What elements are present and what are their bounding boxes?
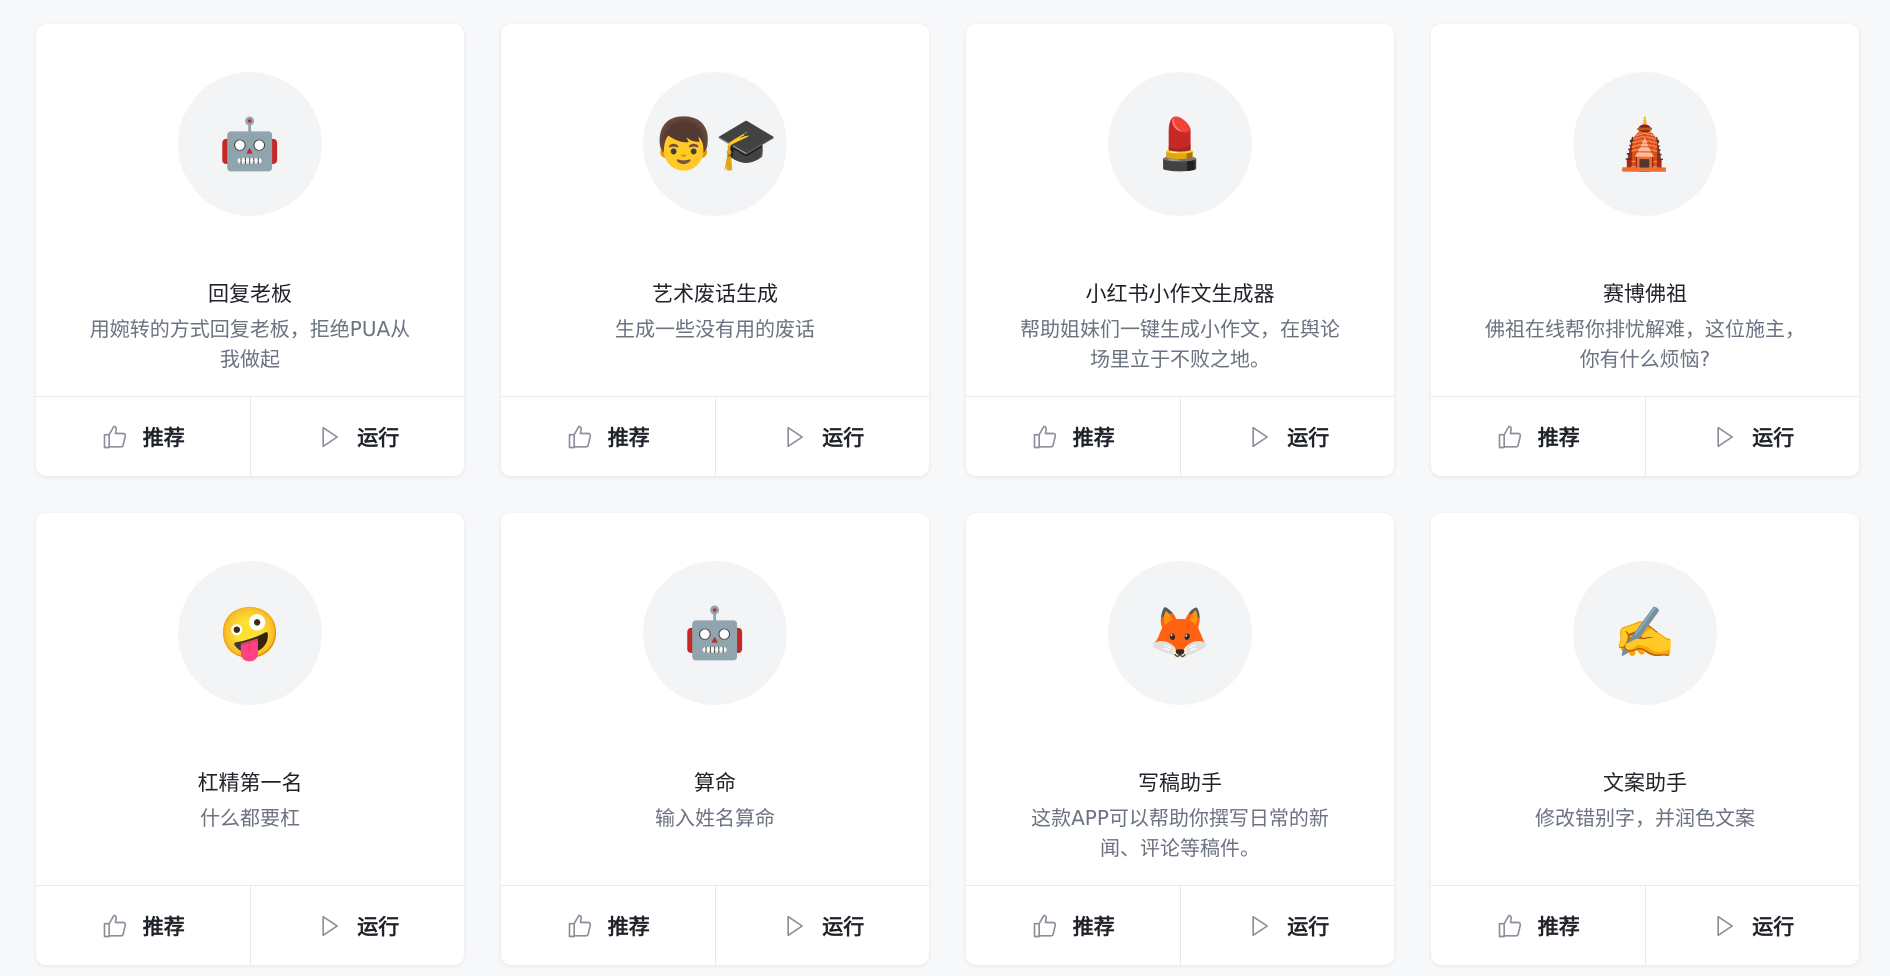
card-body: ✍️ 文案助手 修改错别字，并润色文案 bbox=[1431, 513, 1859, 885]
card-actions: 推荐 运行 bbox=[36, 396, 464, 476]
card-body: 🤖 回复老板 用婉转的方式回复老板，拒绝PUA从我做起 bbox=[36, 24, 464, 396]
recommend-label: 推荐 bbox=[1072, 914, 1115, 939]
writing-hand-icon: ✍️ bbox=[1573, 561, 1717, 705]
run-label: 运行 bbox=[357, 914, 400, 939]
run-label: 运行 bbox=[1752, 425, 1795, 450]
card-actions: 推荐 运行 bbox=[501, 885, 929, 965]
card-title: 小红书小作文生成器 bbox=[1085, 282, 1275, 306]
recommend-label: 推荐 bbox=[142, 914, 185, 939]
recommend-button[interactable]: 推荐 bbox=[36, 886, 250, 965]
thumbs-up-icon bbox=[1033, 914, 1056, 937]
recommend-label: 推荐 bbox=[1537, 914, 1580, 939]
card-body: 🤪 杠精第一名 什么都要杠 bbox=[36, 513, 464, 885]
app-card-grid: 🤖 回复老板 用婉转的方式回复老板，拒绝PUA从我做起 推荐 运行 👦🎓 艺术废… bbox=[36, 24, 1859, 965]
recommend-label: 推荐 bbox=[1072, 425, 1115, 450]
thumbs-up-icon bbox=[1033, 425, 1056, 448]
recommend-button[interactable]: 推荐 bbox=[1431, 397, 1645, 476]
play-icon bbox=[1717, 915, 1734, 936]
card-actions: 推荐 运行 bbox=[1431, 885, 1859, 965]
app-card: 🤪 杠精第一名 什么都要杠 推荐 运行 bbox=[36, 513, 464, 965]
card-title: 杠精第一名 bbox=[197, 771, 303, 795]
card-description: 生成一些没有用的废话 bbox=[615, 317, 815, 341]
run-button[interactable]: 运行 bbox=[714, 886, 930, 965]
card-title: 回复老板 bbox=[208, 282, 292, 306]
thumbs-up-icon bbox=[103, 914, 126, 937]
robot-icon: 🤖 bbox=[643, 561, 787, 705]
run-button[interactable]: 运行 bbox=[1644, 886, 1860, 965]
app-card: 👦🎓 艺术废话生成 生成一些没有用的废话 推荐 运行 bbox=[501, 24, 929, 476]
app-card: 🤖 算命 输入姓名算命 推荐 运行 bbox=[501, 513, 929, 965]
play-icon bbox=[322, 426, 339, 447]
fox-icon: 🦊 bbox=[1108, 561, 1252, 705]
card-body: 💄 小红书小作文生成器 帮助姐妹们一键生成小作文，在舆论场里立于不败之地。 bbox=[966, 24, 1394, 396]
card-description: 这款APP可以帮助你撰写日常的新闻、评论等稿件。 bbox=[1031, 806, 1329, 860]
card-actions: 推荐 运行 bbox=[501, 396, 929, 476]
card-title: 艺术废话生成 bbox=[652, 282, 778, 306]
zany-face-icon: 🤪 bbox=[178, 561, 322, 705]
card-actions: 推荐 运行 bbox=[966, 396, 1394, 476]
card-title: 写稿助手 bbox=[1138, 771, 1222, 795]
app-card: 💄 小红书小作文生成器 帮助姐妹们一键生成小作文，在舆论场里立于不败之地。 推荐… bbox=[966, 24, 1394, 476]
thumbs-up-icon bbox=[1498, 425, 1521, 448]
run-button[interactable]: 运行 bbox=[249, 397, 465, 476]
recommend-button[interactable]: 推荐 bbox=[1431, 886, 1645, 965]
play-icon bbox=[787, 915, 804, 936]
run-button[interactable]: 运行 bbox=[714, 397, 930, 476]
card-description: 什么都要杠 bbox=[200, 806, 300, 830]
card-description: 帮助姐妹们一键生成小作文，在舆论场里立于不败之地。 bbox=[1020, 317, 1340, 371]
card-body: 👦🎓 艺术废话生成 生成一些没有用的废话 bbox=[501, 24, 929, 396]
card-description: 修改错别字，并润色文案 bbox=[1535, 806, 1755, 830]
card-title: 算命 bbox=[694, 771, 736, 795]
run-button[interactable]: 运行 bbox=[1644, 397, 1860, 476]
thumbs-up-icon bbox=[568, 425, 591, 448]
thumbs-up-icon bbox=[1498, 914, 1521, 937]
student-icon: 👦🎓 bbox=[643, 72, 787, 216]
thumbs-up-icon bbox=[568, 914, 591, 937]
card-description: 用婉转的方式回复老板，拒绝PUA从我做起 bbox=[89, 317, 411, 371]
run-label: 运行 bbox=[1287, 914, 1330, 939]
run-label: 运行 bbox=[822, 425, 865, 450]
run-label: 运行 bbox=[357, 425, 400, 450]
app-card: 🤖 回复老板 用婉转的方式回复老板，拒绝PUA从我做起 推荐 运行 bbox=[36, 24, 464, 476]
recommend-label: 推荐 bbox=[1537, 425, 1580, 450]
play-icon bbox=[1252, 915, 1269, 936]
play-icon bbox=[322, 915, 339, 936]
play-icon bbox=[1717, 426, 1734, 447]
card-actions: 推荐 运行 bbox=[966, 885, 1394, 965]
run-label: 运行 bbox=[1752, 914, 1795, 939]
thumbs-up-icon bbox=[103, 425, 126, 448]
card-body: 🛕 赛博佛祖 佛祖在线帮你排忧解难，这位施主，你有什么烦恼? bbox=[1431, 24, 1859, 396]
play-icon bbox=[1252, 426, 1269, 447]
recommend-button[interactable]: 推荐 bbox=[966, 886, 1180, 965]
card-title: 赛博佛祖 bbox=[1603, 282, 1687, 306]
card-body: 🤖 算命 输入姓名算命 bbox=[501, 513, 929, 885]
card-actions: 推荐 运行 bbox=[1431, 396, 1859, 476]
run-button[interactable]: 运行 bbox=[1179, 397, 1395, 476]
card-title: 文案助手 bbox=[1603, 771, 1687, 795]
recommend-button[interactable]: 推荐 bbox=[501, 397, 715, 476]
temple-icon: 🛕 bbox=[1573, 72, 1717, 216]
app-card: 🦊 写稿助手 这款APP可以帮助你撰写日常的新闻、评论等稿件。 推荐 运行 bbox=[966, 513, 1394, 965]
recommend-button[interactable]: 推荐 bbox=[966, 397, 1180, 476]
recommend-button[interactable]: 推荐 bbox=[36, 397, 250, 476]
recommend-label: 推荐 bbox=[607, 914, 650, 939]
run-button[interactable]: 运行 bbox=[249, 886, 465, 965]
card-description: 佛祖在线帮你排忧解难，这位施主，你有什么烦恼? bbox=[1485, 317, 1805, 371]
app-card: ✍️ 文案助手 修改错别字，并润色文案 推荐 运行 bbox=[1431, 513, 1859, 965]
card-actions: 推荐 运行 bbox=[36, 885, 464, 965]
play-icon bbox=[787, 426, 804, 447]
card-description: 输入姓名算命 bbox=[655, 806, 775, 830]
recommend-button[interactable]: 推荐 bbox=[501, 886, 715, 965]
app-card: 🛕 赛博佛祖 佛祖在线帮你排忧解难，这位施主，你有什么烦恼? 推荐 运行 bbox=[1431, 24, 1859, 476]
lipstick-icon: 💄 bbox=[1108, 72, 1252, 216]
run-button[interactable]: 运行 bbox=[1179, 886, 1395, 965]
card-body: 🦊 写稿助手 这款APP可以帮助你撰写日常的新闻、评论等稿件。 bbox=[966, 513, 1394, 885]
run-label: 运行 bbox=[1287, 425, 1330, 450]
recommend-label: 推荐 bbox=[607, 425, 650, 450]
run-label: 运行 bbox=[822, 914, 865, 939]
recommend-label: 推荐 bbox=[142, 425, 185, 450]
robot-icon: 🤖 bbox=[178, 72, 322, 216]
